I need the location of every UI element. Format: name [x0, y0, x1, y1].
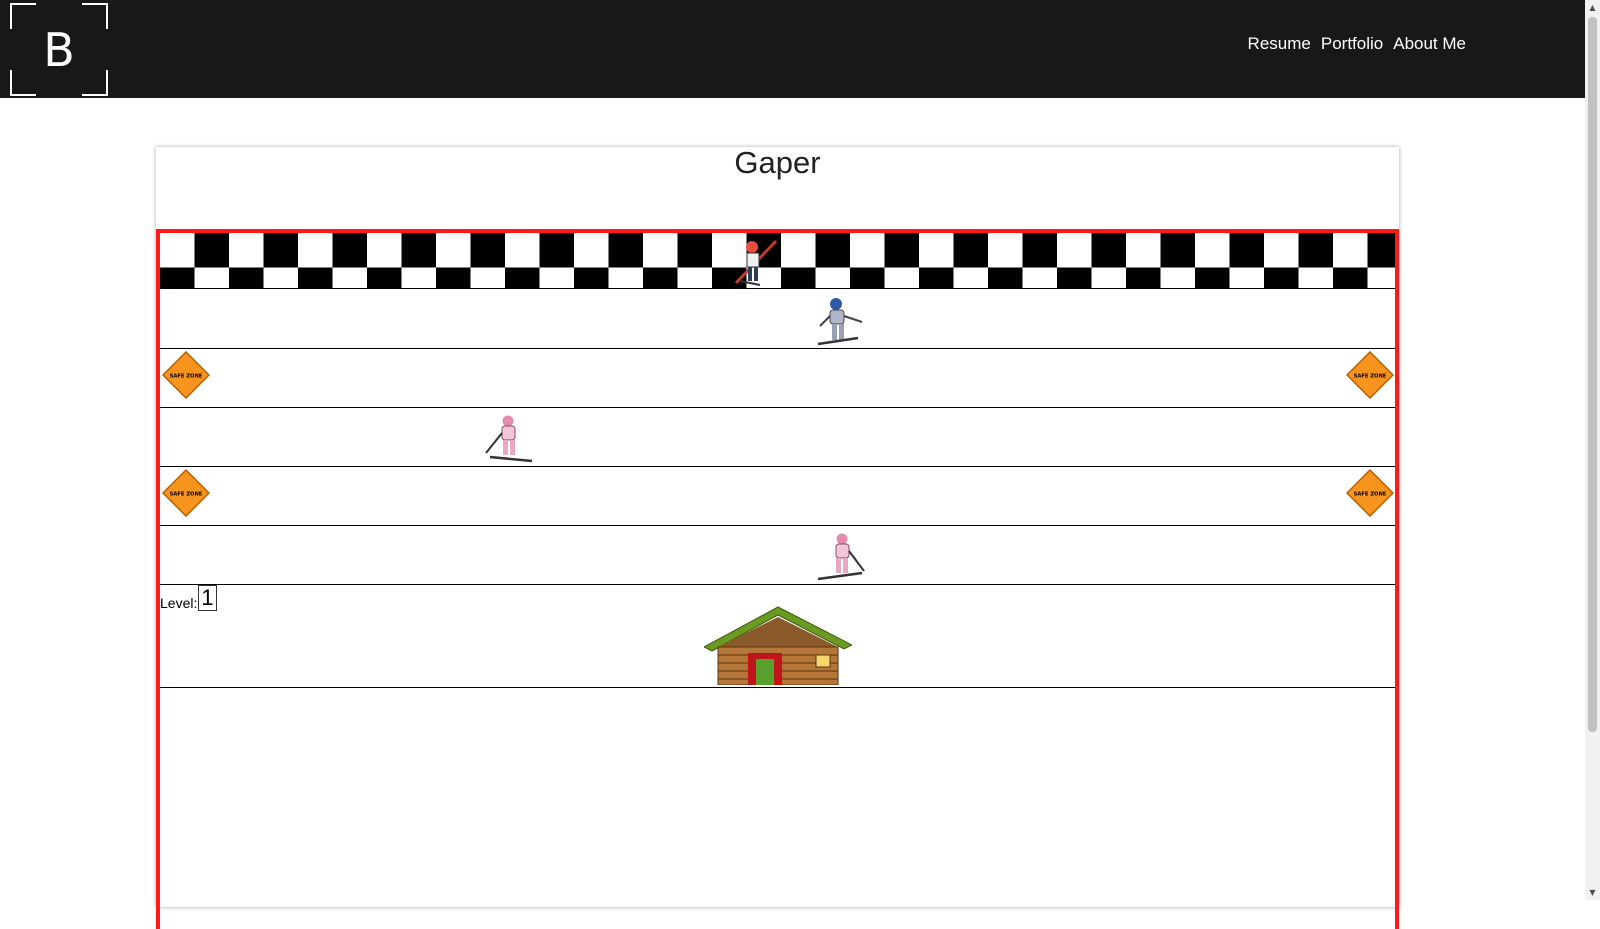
game-board[interactable]: Level: 1 SAFE ZONE SAFE ZONE SAFE ZONE S… [156, 229, 1399, 929]
game-card: Gaper Level: 1 SAFE ZONE SAFE ZONE SAFE … [156, 145, 1399, 929]
logo-letter: B [43, 23, 75, 77]
safe-zone-lane [160, 467, 1395, 526]
scroll-up-arrow-icon[interactable]: ▲ [1585, 0, 1600, 15]
svg-text:SAFE ZONE: SAFE ZONE [170, 374, 203, 380]
enemy-skier-icon [485, 415, 533, 463]
safe-zone-sign-icon: SAFE ZONE [162, 469, 210, 517]
svg-text:SAFE ZONE: SAFE ZONE [170, 492, 203, 498]
nav-link-portfolio[interactable]: Portfolio [1321, 34, 1383, 54]
safe-zone-lane [160, 349, 1395, 408]
nav-link-about-me[interactable]: About Me [1393, 34, 1466, 54]
level-indicator: Level: 1 [160, 585, 217, 611]
site-logo[interactable]: B [10, 3, 108, 96]
safe-zone-sign-icon: SAFE ZONE [1346, 469, 1394, 517]
svg-text:SAFE ZONE: SAFE ZONE [1354, 492, 1387, 498]
top-navbar: B Resume Portfolio About Me [0, 0, 1585, 98]
ski-lane [160, 408, 1395, 467]
safe-zone-sign-icon: SAFE ZONE [1346, 351, 1394, 399]
enemy-skier-icon [817, 533, 865, 581]
main-nav: Resume Portfolio About Me [1248, 34, 1466, 54]
level-value: 1 [198, 585, 217, 611]
ski-lane [160, 526, 1395, 585]
player-skier-icon[interactable] [730, 235, 782, 287]
level-label: Level: [160, 595, 198, 611]
enemy-skier-icon [817, 298, 863, 346]
page-scrollbar[interactable]: ▲ ▼ [1585, 0, 1600, 900]
game-title: Gaper [734, 145, 821, 180]
scrollbar-thumb[interactable] [1588, 17, 1597, 732]
scroll-down-arrow-icon[interactable]: ▼ [1585, 885, 1600, 900]
ski-lane [160, 290, 1395, 349]
lodge-cabin-icon [704, 606, 852, 685]
nav-link-resume[interactable]: Resume [1248, 34, 1311, 54]
svg-text:SAFE ZONE: SAFE ZONE [1354, 374, 1387, 380]
safe-zone-sign-icon: SAFE ZONE [162, 351, 210, 399]
